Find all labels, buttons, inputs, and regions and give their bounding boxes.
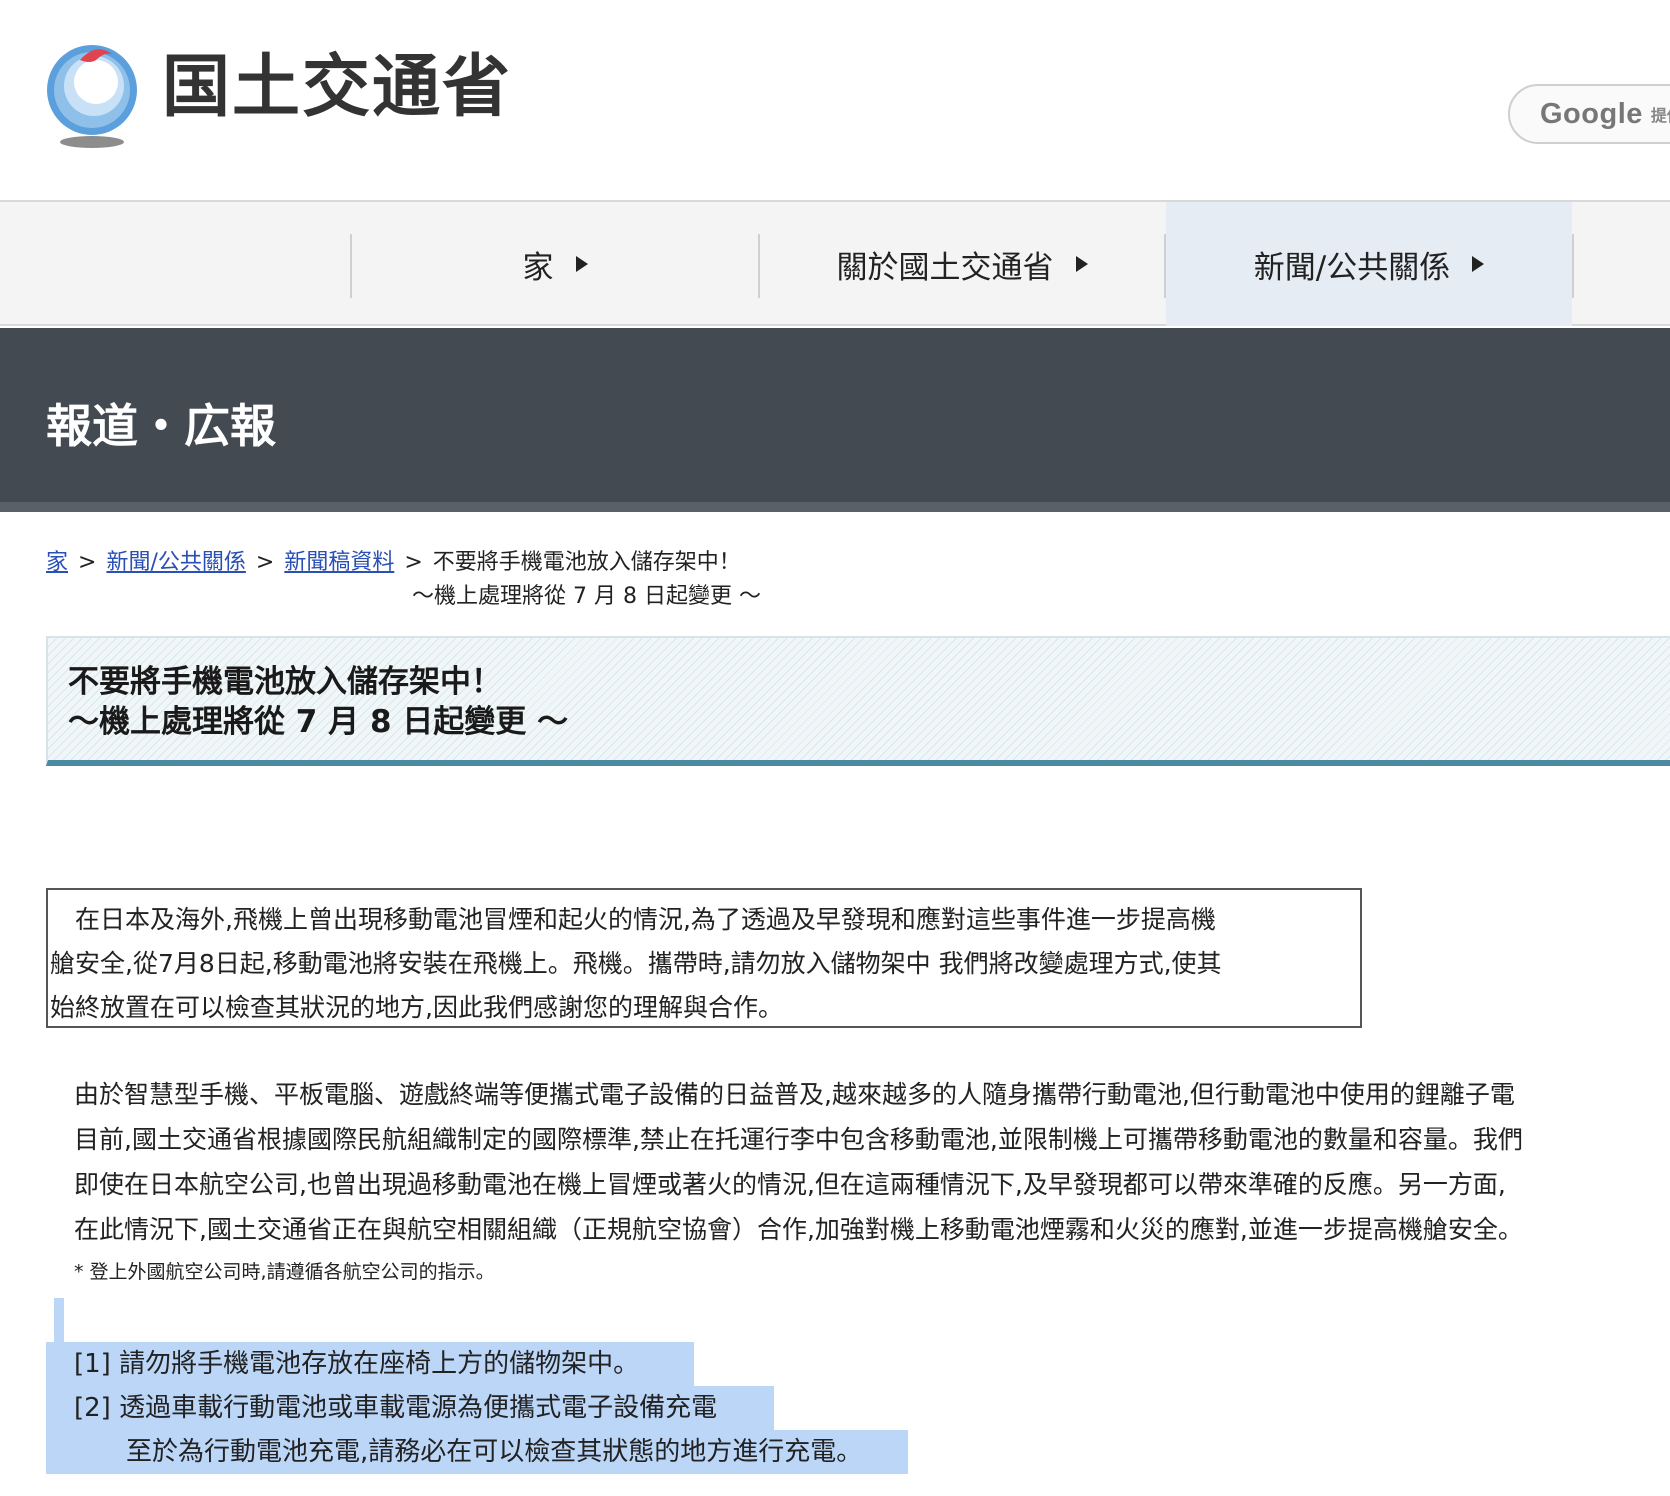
section-title: 報道・広報 [46, 399, 276, 453]
google-search-box[interactable]: Google 提供 [1508, 84, 1670, 144]
section-banner: 報道・広報 [0, 328, 1670, 512]
notice-line: 在日本及海外,飛機上曾出現移動電池冒煙和起火的情況,為了透過及早發現和應對這些事… [50, 905, 1216, 934]
global-nav: 家 關於國土交通省 新聞/公共關係 [0, 200, 1670, 326]
provided-label: 提供 [1650, 106, 1670, 125]
rule-item: [2] 透過車載行動電池或車載電源為便攜式電子設備充電 [46, 1386, 774, 1430]
arrow-right-icon [1472, 256, 1485, 272]
site-header: 国土交通省 Google 提供 [0, 0, 1670, 200]
notice-line: 始終放置在可以檢查其狀況的地方,因此我們感謝您的理解與合作。 [50, 993, 783, 1022]
article-title-line1: 不要將手機電池放入儲存架中！ [68, 664, 502, 700]
nav-item-home[interactable]: 家 [352, 202, 758, 326]
nav-item-label: 關於國土交通省 [836, 249, 1054, 286]
breadcrumb-home-link[interactable]: 家 [46, 550, 68, 575]
breadcrumb-separator: > [255, 550, 275, 575]
site-logo[interactable]: 国土交通省 [44, 38, 512, 154]
google-label: Google [1540, 97, 1643, 130]
article-body: 由於智慧型手機、平板電腦、遊戲終端等便攜式電子設備的日益普及,越來越多的人隨身攜… [74, 1072, 1670, 1292]
breadcrumb: 家 > 新聞/公共關係 > 新聞稿資料 > 不要將手機電池放入儲存架中！ ～機上處理將從 7… [46, 546, 761, 609]
nav-item-label: 家 [522, 249, 554, 286]
breadcrumb-current-subtitle: ～機上處理將從 7 月 8 日起變更 ～ [412, 584, 761, 609]
arrow-right-icon [575, 256, 588, 272]
notice-line: 艙安全,從7月8日起,移動電池將安裝在飛機上。飛機。攜帶時,請勿放入儲物架中 我… [50, 949, 1222, 978]
breadcrumb-news-link[interactable]: 新聞/公共關係 [106, 550, 245, 575]
nav-separator [1572, 234, 1574, 298]
rule-item: [1] 請勿將手機電池存放在座椅上方的儲物架中。 [46, 1342, 694, 1386]
selection-highlight [54, 1298, 64, 1342]
breadcrumb-current: 不要將手機電池放入儲存架中！ [432, 550, 741, 575]
body-paragraph: 由於智慧型手機、平板電腦、遊戲終端等便攜式電子設備的日益普及,越來越多的人隨身攜… [74, 1080, 1515, 1109]
rule-item: 至於為行動電池充電,請務必在可以檢查其狀態的地方進行充電。 [46, 1430, 908, 1474]
nav-item-label: 新聞/公共關係 [1253, 249, 1451, 286]
arrow-right-icon [1075, 256, 1088, 272]
nav-item-about[interactable]: 關於國土交通省 [760, 202, 1164, 326]
breadcrumb-separator: > [78, 550, 97, 575]
page: 国土交通省 Google 提供 家 關於國土交通省 新聞/公共關係 報道・広報 … [0, 0, 1670, 1496]
logo-text: 国土交通省 [162, 48, 513, 127]
nav-item-news[interactable]: 新聞/公共關係 [1166, 202, 1572, 326]
notice-box: 在日本及海外,飛機上曾出現移動電池冒煙和起火的情況,為了透過及早發現和應對這些事… [46, 888, 1362, 1028]
article-title: 不要將手機電池放入儲存架中！ ～機上處理將從 7 月 8 日起變更 ～ [68, 662, 568, 742]
body-paragraph: 目前,國土交通省根據國際民航組織制定的國際標準,禁止在托運行李中包含移動電池,並… [74, 1125, 1523, 1154]
mlit-logo-icon [44, 38, 144, 154]
article-title-line2: ～機上處理將從 7 月 8 日起變更 ～ [68, 704, 569, 740]
body-paragraph: 即使在日本航空公司,也曾出現過移動電池在機上冒煙或著火的情況,但在這兩種情況下,… [74, 1170, 1506, 1199]
breadcrumb-press-link[interactable]: 新聞稿資料 [284, 550, 394, 575]
article-title-box: 不要將手機電池放入儲存架中！ ～機上處理將從 7 月 8 日起變更 ～ [46, 636, 1670, 766]
footnote: * 登上外國航空公司時,請遵循各航空公司的指示。 [74, 1261, 495, 1283]
body-paragraph: 在此情況下,國土交通省正在與航空相關組織（正規航空協會）合作,加強對機上移動電池… [74, 1215, 1523, 1244]
breadcrumb-separator: > [404, 550, 423, 575]
